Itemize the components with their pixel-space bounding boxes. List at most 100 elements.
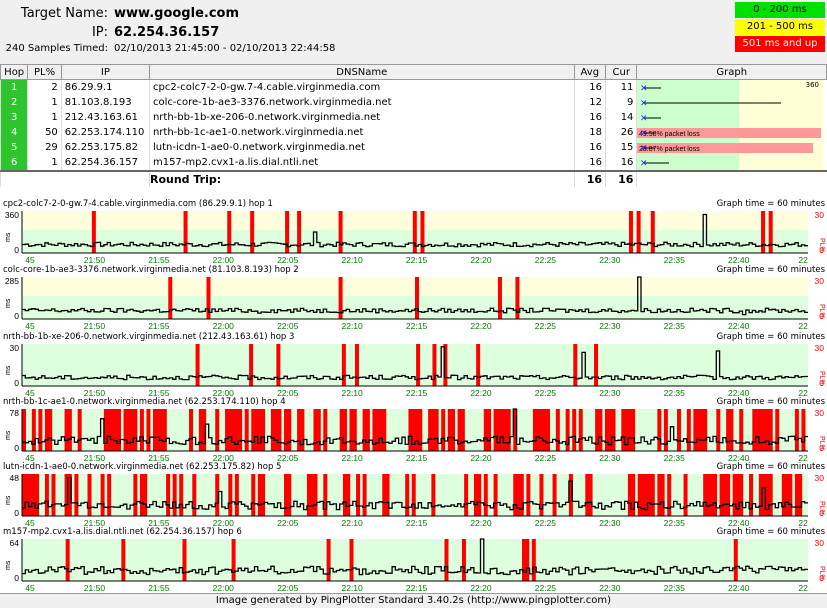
hop-chart: nrth-bb-1b-xe-206-0.network.virginmedia.… bbox=[0, 332, 827, 398]
packet-loss-marker bbox=[133, 409, 138, 451]
packet-loss-marker bbox=[313, 474, 318, 516]
hop-number: 6 bbox=[0, 155, 28, 171]
packet-loss-marker bbox=[349, 539, 354, 581]
legend-high-label: 501 ms and up bbox=[742, 38, 818, 49]
packet-loss-marker bbox=[362, 474, 367, 516]
hop-chart: m157-mp2.cvx1-a.lis.dial.ntli.net (62.25… bbox=[0, 527, 827, 593]
packet-loss-marker bbox=[703, 409, 708, 451]
packet-loss-marker bbox=[526, 474, 531, 516]
packet-loss-marker bbox=[573, 344, 578, 386]
y-max-label: 360 bbox=[5, 210, 19, 220]
col-hop[interactable]: Hop bbox=[0, 64, 29, 80]
chart-plot: 780ms300PL%45 21:50 21:55 22:00 22:05 22:10 22… bbox=[5, 408, 825, 463]
chart-plot: 300ms300PL%45 21:50 21:55 22:00 22:05 22:10 22… bbox=[5, 343, 825, 398]
packet-loss-marker bbox=[415, 277, 419, 319]
packet-loss-marker bbox=[631, 409, 636, 451]
packet-loss-marker bbox=[794, 409, 799, 451]
ip-value: 62.254.36.157 bbox=[114, 25, 220, 40]
packet-loss-marker bbox=[431, 474, 436, 516]
time-tick-label: 22:05 bbox=[277, 255, 299, 265]
hop-row[interactable]: 6 1 62.254.36.157 m157-mp2.cvx1-a.lis.dial.… bbox=[0, 155, 827, 171]
time-tick-label: 21:50 bbox=[84, 321, 106, 331]
hop-row[interactable]: 1 2 86.29.9.1 cpc2-colc7-2-0-gw.7-4.cable.v… bbox=[0, 79, 827, 95]
hop-graph: 49.58% packet loss ✕ bbox=[636, 125, 827, 140]
hop-row[interactable]: 2 1 81.103.8.193 colc-core-1b-ae3-3376.netw… bbox=[0, 95, 827, 110]
packet-loss-marker bbox=[650, 474, 655, 516]
y-min-label: 0 bbox=[14, 573, 19, 583]
pl-max-label: 30 bbox=[815, 408, 825, 418]
col-graph[interactable]: Graph bbox=[636, 64, 827, 80]
y-min-label: 0 bbox=[14, 245, 19, 255]
packet-loss-marker bbox=[451, 409, 456, 451]
packet-loss-marker bbox=[588, 474, 593, 516]
packet-loss-marker bbox=[487, 409, 492, 451]
time-tick-label: 22:35 bbox=[664, 583, 686, 593]
y-max-label: 48 bbox=[10, 473, 20, 483]
packet-loss-marker bbox=[192, 474, 197, 516]
hop-avg: 18 bbox=[573, 125, 606, 140]
col-pl[interactable]: PL% bbox=[27, 64, 62, 80]
col-dnsname[interactable]: DNSName bbox=[148, 64, 575, 80]
packet-loss-marker bbox=[477, 474, 482, 516]
packet-loss-marker bbox=[497, 277, 502, 319]
packet-loss-marker bbox=[555, 409, 560, 451]
packet-loss-marker bbox=[594, 344, 599, 386]
hop-avg: 16 bbox=[573, 79, 606, 95]
y-min-label: 0 bbox=[14, 378, 19, 388]
packet-loss-marker bbox=[405, 474, 410, 516]
packet-loss-marker bbox=[22, 409, 26, 451]
time-tick-label: 21:55 bbox=[148, 583, 170, 593]
legend-low-label: 0 - 200 ms bbox=[753, 4, 807, 15]
hop-chart: lutn-icdn-1-ae0-0.network.virginmedia.ne… bbox=[0, 462, 827, 528]
hop-dns: nrth-bb-1c-ae1-0.network.virginmedia.net bbox=[148, 125, 575, 140]
hop-dns: nrth-bb-1b-xe-206-0.network.virginmedia.… bbox=[148, 110, 575, 125]
pl-max-label: 30 bbox=[815, 473, 825, 483]
hop-number: 2 bbox=[0, 95, 28, 110]
packet-loss-marker bbox=[552, 474, 557, 516]
time-tick-label: 22:20 bbox=[470, 321, 492, 331]
y-min-label: 0 bbox=[14, 443, 19, 453]
round-trip-cur: 16 bbox=[605, 170, 637, 187]
packet-loss-marker bbox=[297, 211, 302, 253]
col-cur[interactable]: Cur bbox=[605, 64, 638, 80]
hop-pl: 50 bbox=[27, 125, 62, 140]
packet-loss-marker bbox=[51, 474, 56, 516]
hop-number: 4 bbox=[0, 125, 28, 140]
packet-loss-marker bbox=[143, 474, 148, 516]
hop-pl: 2 bbox=[27, 79, 62, 95]
packet-loss-marker bbox=[182, 539, 187, 581]
hop-cur: 15 bbox=[605, 140, 637, 155]
packet-loss-marker bbox=[287, 474, 292, 516]
pl-axis-label: PL% bbox=[818, 566, 825, 581]
packet-loss-marker bbox=[228, 474, 233, 516]
pl-axis-label: PL% bbox=[818, 371, 825, 386]
packet-loss-marker bbox=[749, 474, 754, 516]
packet-loss-marker bbox=[287, 409, 292, 451]
time-tick-label: 22:25 bbox=[535, 583, 557, 593]
time-tick-label: 45 bbox=[25, 583, 35, 593]
time-tick-label: 22:40 bbox=[728, 255, 750, 265]
col-ip[interactable]: IP bbox=[60, 64, 150, 80]
time-tick-label: 22:00 bbox=[213, 321, 235, 331]
time-tick-label: 22:10 bbox=[341, 321, 363, 331]
hop-avg: 12 bbox=[573, 95, 606, 110]
hop-number: 1 bbox=[0, 79, 28, 95]
legend-mid: 201 - 500 ms bbox=[735, 19, 825, 35]
col-avg[interactable]: Avg bbox=[573, 64, 607, 80]
packet-loss-marker bbox=[35, 474, 40, 516]
packet-loss-marker bbox=[572, 409, 577, 451]
packet-loss-marker bbox=[65, 539, 70, 581]
packet-loss-marker bbox=[168, 277, 173, 319]
packet-loss-marker bbox=[133, 474, 138, 516]
chart-plot: 480ms300PL%45 21:50 21:55 22:00 22:05 22:10 22… bbox=[5, 473, 825, 528]
hop-row[interactable]: 3 1 212.43.163.61 nrth-bb-1b-xe-206-0.netwo… bbox=[0, 110, 827, 125]
chart-plot: 640ms300PL%45 21:50 21:55 22:00 22:05 22:10 22… bbox=[5, 538, 825, 593]
packet-loss-marker bbox=[460, 409, 465, 451]
time-tick-label: 22:00 bbox=[213, 583, 235, 593]
hop-row[interactable]: 4 50 62.253.174.110 nrth-bb-1c-ae1-0.networ… bbox=[0, 125, 827, 140]
hop-avg: 16 bbox=[573, 155, 606, 171]
time-tick-label: 22 bbox=[798, 255, 808, 265]
packet-loss-marker bbox=[798, 474, 803, 516]
pl-axis-label: PL% bbox=[818, 304, 825, 319]
hop-row[interactable]: 5 29 62.253.175.82 lutn-icdn-1-ae0-0.networ… bbox=[0, 140, 827, 155]
